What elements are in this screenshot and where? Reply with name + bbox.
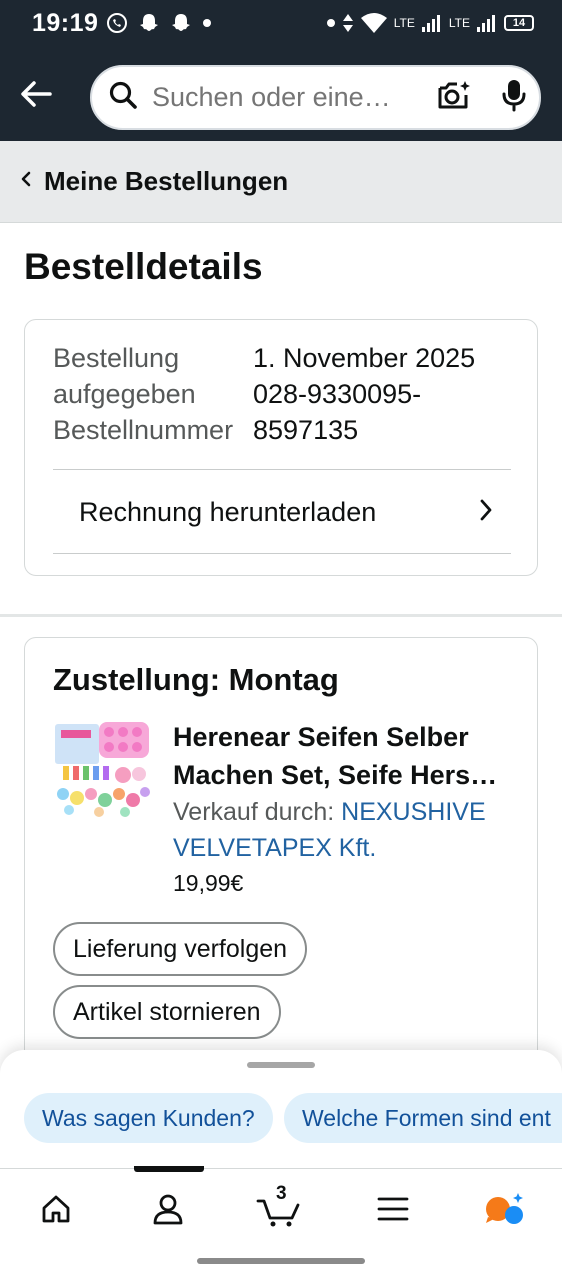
chevron-right-icon — [479, 498, 493, 527]
active-tab-indicator — [134, 1166, 204, 1172]
sheet-drag-handle[interactable] — [247, 1062, 315, 1068]
dot-icon — [326, 18, 336, 28]
delivery-title: Zustellung: Montag — [53, 662, 339, 697]
signal-icon — [421, 13, 443, 33]
order-label: Bestellung — [53, 343, 180, 373]
order-info-card: Bestellung aufgegeben Bestellnummer 1. N… — [24, 319, 538, 576]
order-info-labels: Bestellung aufgegeben Bestellnummer — [53, 340, 233, 448]
battery-icon: 14 — [504, 15, 534, 31]
microphone-icon[interactable] — [501, 78, 527, 117]
rufus-assistant-icon[interactable] — [482, 1187, 528, 1231]
snapchat-icon — [170, 12, 192, 34]
product-image[interactable] — [53, 720, 151, 818]
home-icon[interactable] — [33, 1187, 79, 1231]
search-input[interactable] — [152, 82, 407, 113]
order-date: 1. November 2025 — [253, 343, 476, 373]
order-label: aufgegeben — [53, 379, 196, 409]
data-arrows-icon — [342, 13, 354, 33]
network-type: LTE — [448, 16, 470, 30]
search-header — [0, 46, 562, 141]
page-title: Bestelldetails — [24, 246, 263, 287]
suggestion-chip[interactable]: Welche Formen sind ent — [284, 1093, 562, 1143]
status-bar: 19:19 LTE LTE 14 — [0, 0, 562, 46]
network-type: LTE — [393, 16, 415, 30]
back-arrow-icon[interactable] — [16, 74, 56, 114]
order-label: Bestellnummer — [53, 415, 234, 445]
search-icon — [108, 80, 138, 115]
download-invoice-label: Rechnung herunterladen — [79, 496, 377, 527]
section-divider — [0, 614, 562, 617]
divider — [53, 553, 511, 554]
seller-info: Verkauf durch: NEXUSHIVE VELVETAPEX Kft. — [173, 794, 518, 866]
order-info-values: 1. November 2025 028-9330095- 8597135 — [253, 340, 475, 448]
cart-count-badge: 3 — [276, 1183, 287, 1204]
whatsapp-icon — [106, 12, 128, 34]
bottom-nav: 3 — [0, 1166, 562, 1248]
cancel-item-button[interactable]: Artikel stornieren — [53, 985, 281, 1039]
status-time: 19:19 — [32, 8, 99, 37]
track-delivery-button[interactable]: Lieferung verfolgen — [53, 922, 308, 976]
camera-search-icon[interactable] — [437, 79, 471, 116]
wifi-icon — [360, 12, 388, 34]
gesture-bar[interactable] — [197, 1258, 365, 1264]
chevron-left-icon — [20, 170, 32, 193]
account-icon[interactable] — [145, 1187, 191, 1231]
menu-icon[interactable] — [370, 1187, 416, 1231]
cart-icon[interactable]: 3 — [256, 1183, 302, 1231]
notification-dot-icon — [202, 18, 212, 28]
suggestion-sheet: Was sagen Kunden? Welche Formen sind ent — [0, 1050, 562, 1170]
suggestion-chip[interactable]: Was sagen Kunden? — [24, 1093, 273, 1143]
order-number-part: 8597135 — [253, 415, 359, 445]
order-number-part: 028-9330095- — [253, 379, 422, 409]
download-invoice-row[interactable]: Rechnung herunterladen — [53, 470, 511, 554]
signal-icon — [476, 13, 498, 33]
breadcrumb[interactable]: Meine Bestellungen — [0, 141, 562, 223]
seller-prefix: Verkauf durch: — [173, 798, 342, 826]
search-bar[interactable] — [88, 63, 543, 132]
product-title[interactable]: Herenear Seifen Selber Machen Set, Seife… — [173, 718, 518, 794]
snapchat-icon — [138, 12, 160, 34]
product-price: 19,99€ — [173, 870, 244, 896]
breadcrumb-label: Meine Bestellungen — [44, 166, 289, 196]
